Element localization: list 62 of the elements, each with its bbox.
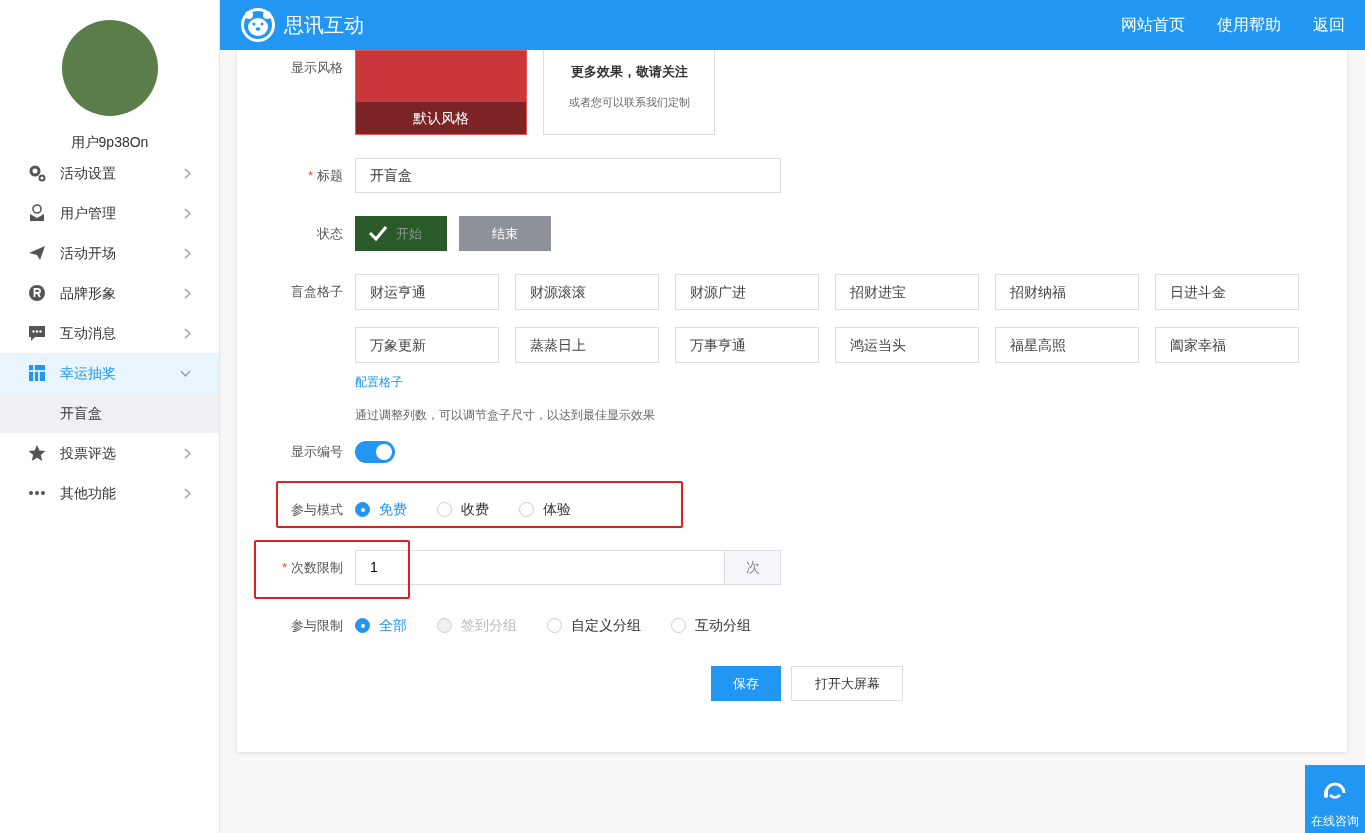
radio-option[interactable]: 互动分组	[671, 615, 751, 636]
grid-cell-input[interactable]: 财源广进	[675, 274, 819, 310]
chevron-right-icon	[184, 327, 191, 339]
registered-icon	[28, 284, 46, 302]
chevron-right-icon	[184, 487, 191, 499]
sidebar-item[interactable]: 投票评选	[0, 433, 219, 473]
field-label: 显示编号	[290, 443, 344, 461]
grid-cell-input[interactable]: 万象更新	[355, 327, 499, 363]
grid-cell-input[interactable]: 福星高照	[995, 327, 1139, 363]
toggle-switch[interactable]	[355, 441, 395, 463]
grid-cell-input[interactable]: 招财纳福	[995, 274, 1139, 310]
chevron-right-icon	[184, 167, 191, 179]
chevron-right-icon	[184, 247, 191, 259]
radio-option: 签到分组	[437, 615, 517, 636]
sidebar-item[interactable]: 用户管理	[0, 193, 219, 233]
grid-cell-input[interactable]: 阖家幸福	[1155, 327, 1299, 363]
paper-plane-icon	[28, 244, 46, 262]
title-input[interactable]: 开盲盒	[355, 158, 781, 193]
sidebar-subitem[interactable]: 开盲盒	[0, 393, 219, 433]
grid-cell-input[interactable]: 招财进宝	[835, 274, 979, 310]
unit-label: 次	[725, 550, 781, 585]
field-label: 参与模式	[290, 501, 344, 519]
star-icon	[28, 444, 46, 462]
radio-option[interactable]: 体验	[519, 499, 571, 520]
bear-logo-icon	[240, 7, 276, 43]
radio-option[interactable]: 收费	[437, 499, 489, 520]
field-label: 参与限制	[290, 617, 344, 635]
style-preview-image[interactable]: 默认风格	[355, 50, 527, 135]
grid-cell-input[interactable]: 万事亨通	[675, 327, 819, 363]
sidebar-item[interactable]: 活动开场	[0, 233, 219, 273]
chat-bubble-icon	[28, 324, 46, 342]
sidebar-item[interactable]: 互动消息	[0, 313, 219, 353]
grid-cell-input[interactable]: 财源滚滚	[515, 274, 659, 310]
grid-cell-input[interactable]: 鸿运当头	[835, 327, 979, 363]
brand-name: 思讯互动	[284, 13, 364, 38]
card-title: 更多效果，敬请关注	[569, 63, 689, 81]
card-subtitle: 或者您可以联系我们定制	[567, 94, 691, 110]
chevron-right-icon	[184, 207, 191, 219]
user-icon	[28, 204, 46, 222]
user-name: 用户9p38On	[69, 133, 150, 152]
grid-icon	[28, 364, 46, 382]
style-caption: 默认风格	[356, 102, 526, 134]
grid-cell-input[interactable]: 蒸蒸日上	[515, 327, 659, 363]
field-label: 显示风格	[290, 59, 344, 77]
sidebar-item[interactable]: 品牌形象	[0, 273, 219, 313]
open-screen-button[interactable]: 打开大屏幕	[791, 666, 903, 701]
sidebar-item[interactable]: 活动设置	[0, 153, 219, 193]
chevron-right-icon	[184, 287, 191, 299]
radio-option[interactable]: 自定义分组	[547, 615, 641, 636]
grid-cell-input[interactable]: 财运亨通	[355, 274, 499, 310]
grid-cell-input[interactable]: 日进斗金	[1155, 274, 1299, 310]
chevron-right-icon	[184, 447, 191, 459]
field-label: * 标题	[306, 167, 344, 185]
hint-text: 通过调整列数，可以调节盒子尺寸，以达到最佳显示效果	[355, 407, 656, 424]
field-label: 盲盒格子	[290, 283, 344, 301]
field-label: 状态	[316, 225, 344, 243]
more-dots-icon	[28, 490, 46, 496]
field-label: * 次数限制	[280, 559, 344, 577]
gears-icon	[28, 164, 46, 182]
checkmark-icon	[369, 225, 387, 241]
chevron-down-icon	[180, 369, 191, 377]
sidebar-item[interactable]: 其他功能	[0, 473, 219, 513]
